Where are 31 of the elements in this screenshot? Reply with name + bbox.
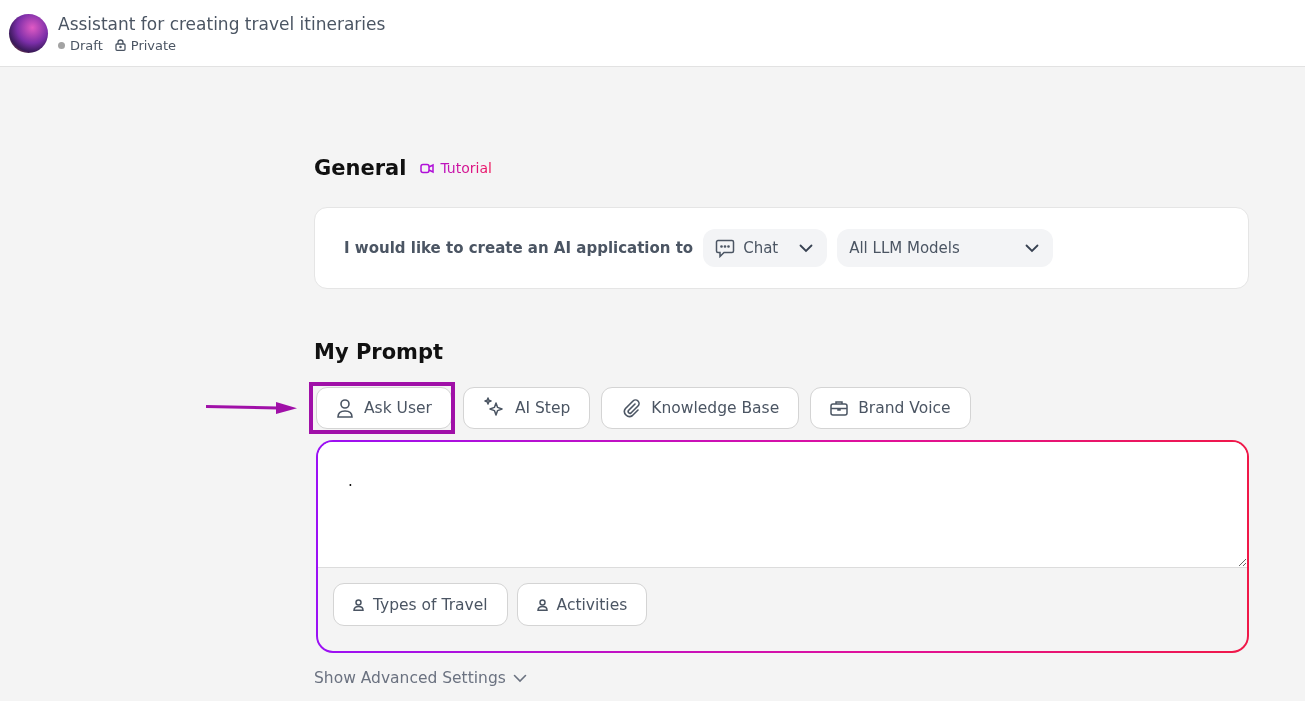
prompt-input[interactable]: . bbox=[318, 442, 1247, 568]
toolbar-button[interactable]: AI Step bbox=[462, 387, 591, 429]
toolbar-button[interactable]: Brand Voice bbox=[810, 387, 971, 429]
person-icon bbox=[353, 598, 364, 611]
person-icon bbox=[336, 398, 354, 418]
assistant-title: Assistant for creating travel itineraries bbox=[58, 13, 386, 34]
status-label: Draft bbox=[70, 37, 103, 53]
toolbar-button[interactable]: Ask User bbox=[316, 387, 452, 429]
status-dot bbox=[58, 41, 65, 49]
chevron-down-icon bbox=[1025, 243, 1040, 253]
tutorial-link[interactable]: Tutorial bbox=[420, 160, 492, 176]
avatar-image bbox=[9, 13, 48, 53]
app-type-dropdown[interactable]: Chat bbox=[703, 229, 828, 267]
toolbar-button[interactable]: Knowledge Base bbox=[601, 387, 800, 429]
chevron-down-icon bbox=[512, 673, 527, 683]
person-icon bbox=[536, 598, 548, 611]
paperclip-icon bbox=[621, 398, 642, 418]
model-dropdown[interactable]: All LLM Models bbox=[837, 229, 1054, 267]
variable-chip[interactable]: Activities bbox=[516, 583, 648, 626]
variable-chip[interactable]: Types of Travel bbox=[333, 583, 508, 626]
video-icon bbox=[420, 162, 435, 174]
visibility-label: Private bbox=[130, 37, 177, 53]
section-heading: General bbox=[314, 156, 407, 180]
section-heading: My Prompt bbox=[314, 340, 444, 364]
intro-sentence: I would like to create an AI application to bbox=[344, 239, 694, 257]
advanced-settings-link[interactable]: Show Advanced Settings bbox=[314, 669, 527, 687]
sparkle-icon bbox=[482, 397, 505, 419]
chevron-down-icon bbox=[799, 243, 814, 253]
chat-bubble-icon bbox=[715, 238, 736, 258]
lock-icon bbox=[114, 39, 126, 51]
briefcase-icon bbox=[830, 400, 849, 416]
